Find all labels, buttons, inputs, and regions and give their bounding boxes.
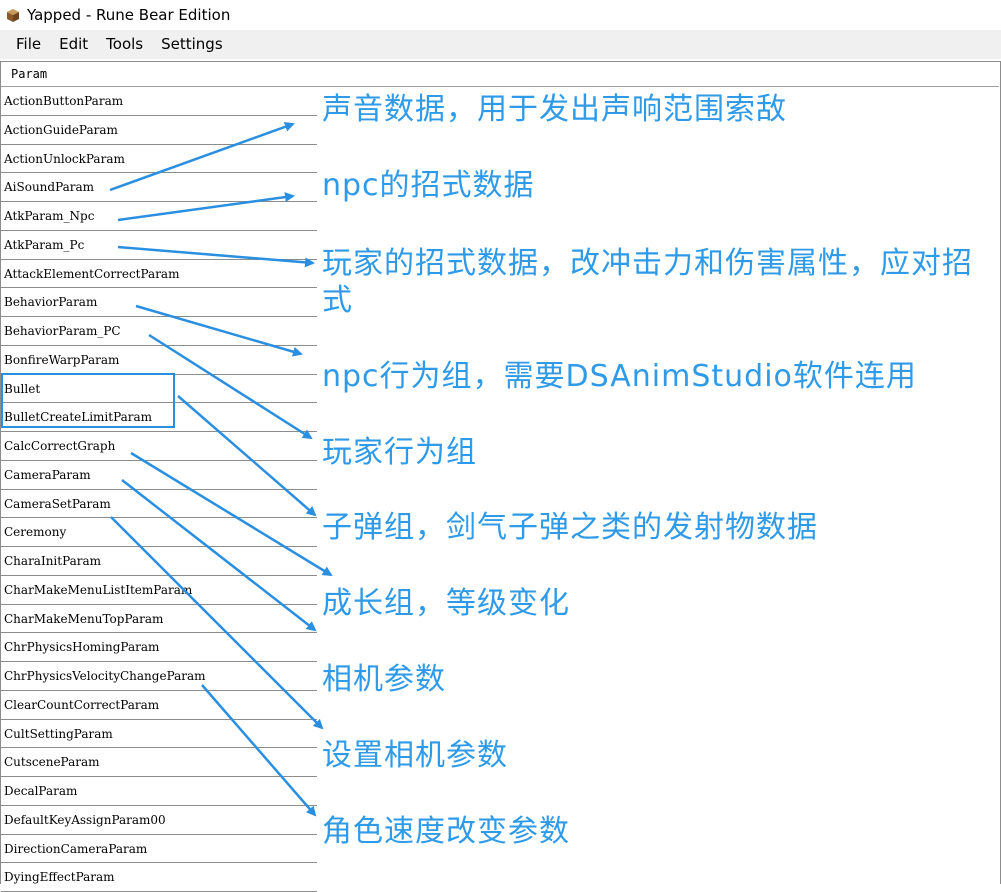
param-row[interactable]: BonfireWarpParam bbox=[1, 346, 321, 375]
annotation-calccorrectgraph: 成长组，等级变化 bbox=[322, 586, 570, 621]
param-row[interactable]: CameraParam bbox=[1, 461, 321, 490]
param-row[interactable]: CalcCorrectGraph bbox=[1, 432, 321, 461]
param-row[interactable]: DefaultKeyAssignParam00 bbox=[1, 806, 321, 835]
annotation-behaviorparam: npc行为组，需要DSAnimStudio软件连用 bbox=[322, 359, 917, 394]
param-list: ActionButtonParam ActionGuideParam Actio… bbox=[1, 87, 321, 892]
param-row[interactable]: CharMakeMenuTopParam bbox=[1, 605, 321, 634]
menu-settings[interactable]: Settings bbox=[152, 30, 232, 59]
window-title: Yapped - Rune Bear Edition bbox=[27, 6, 231, 24]
param-row[interactable]: DecalParam bbox=[1, 777, 321, 806]
annotation-chrphysicsvelocity: 角色速度改变参数 bbox=[322, 814, 570, 849]
annotation-atkparam-npc: npc的招式数据 bbox=[322, 168, 535, 203]
menu-file[interactable]: File bbox=[7, 30, 50, 59]
param-row[interactable]: ActionUnlockParam bbox=[1, 145, 321, 174]
param-row[interactable]: DirectionCameraParam bbox=[1, 835, 321, 864]
param-row[interactable]: Ceremony bbox=[1, 518, 321, 547]
param-row[interactable]: ActionGuideParam bbox=[1, 116, 321, 145]
param-column-header[interactable]: Param bbox=[1, 62, 999, 87]
annotation-behaviorparam-pc: 玩家行为组 bbox=[322, 435, 477, 470]
param-row[interactable]: ChrPhysicsVelocityChangeParam bbox=[1, 662, 321, 691]
title-bar: Yapped - Rune Bear Edition bbox=[0, 0, 1001, 30]
param-row[interactable]: ChrPhysicsHomingParam bbox=[1, 633, 321, 662]
bullet-highlight-box bbox=[1, 373, 175, 428]
menu-edit[interactable]: Edit bbox=[50, 30, 97, 59]
param-row[interactable]: BehaviorParam bbox=[1, 288, 321, 317]
param-row[interactable]: AtkParam_Pc bbox=[1, 231, 321, 260]
param-row[interactable]: CultSettingParam bbox=[1, 720, 321, 749]
param-row[interactable]: ActionButtonParam bbox=[1, 87, 321, 116]
annotation-cameraparam: 相机参数 bbox=[322, 662, 446, 697]
param-row[interactable]: BehaviorParam_PC bbox=[1, 317, 321, 346]
param-header-label: Param bbox=[11, 67, 48, 81]
annotation-camerasetparam: 设置相机参数 bbox=[322, 738, 508, 773]
app-icon bbox=[7, 9, 19, 22]
param-row[interactable]: CharMakeMenuListItemParam bbox=[1, 576, 321, 605]
param-row[interactable]: AttackElementCorrectParam bbox=[1, 260, 321, 289]
menu-bar: File Edit Tools Settings bbox=[0, 30, 1001, 59]
param-row[interactable]: CutsceneParam bbox=[1, 748, 321, 777]
annotation-atkparam-pc: 玩家的招式数据，改冲击力和伤害属性，应对招式 bbox=[322, 246, 973, 318]
menu-tools[interactable]: Tools bbox=[97, 30, 152, 59]
annotation-bullet: 子弹组，剑气子弹之类的发射物数据 bbox=[322, 510, 818, 545]
param-row[interactable]: DyingEffectParam bbox=[1, 863, 321, 892]
param-row[interactable]: CharaInitParam bbox=[1, 547, 321, 576]
param-row[interactable]: ClearCountCorrectParam bbox=[1, 691, 321, 720]
annotation-aisound: 声音数据，用于发出声响范围索敌 bbox=[322, 92, 787, 127]
param-row[interactable]: AiSoundParam bbox=[1, 173, 321, 202]
param-row[interactable]: CameraSetParam bbox=[1, 490, 321, 519]
param-row[interactable]: AtkParam_Npc bbox=[1, 202, 321, 231]
